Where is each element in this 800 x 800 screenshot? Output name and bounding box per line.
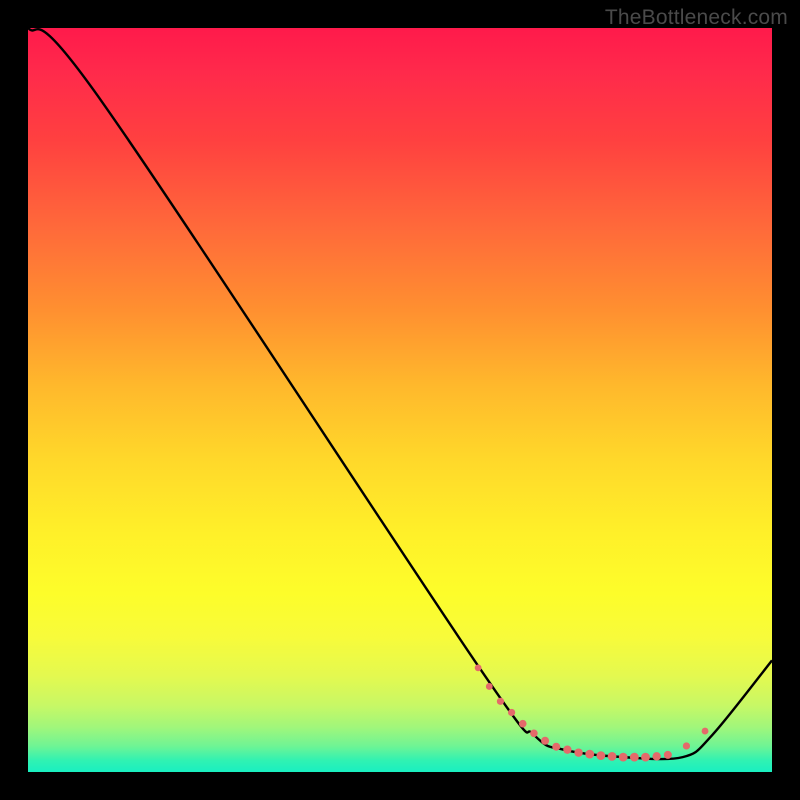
curve-line bbox=[28, 28, 772, 759]
marker-dot bbox=[630, 753, 639, 762]
marker-dot bbox=[519, 720, 527, 728]
marker-dot bbox=[486, 683, 493, 690]
plot-area bbox=[28, 28, 772, 772]
chart-svg bbox=[28, 28, 772, 772]
marker-dot bbox=[574, 748, 582, 756]
marker-dot bbox=[652, 752, 660, 760]
marker-dot bbox=[596, 751, 605, 760]
marker-dot bbox=[608, 752, 617, 761]
marker-dot bbox=[563, 745, 571, 753]
marker-dot bbox=[641, 753, 650, 762]
marker-dot bbox=[585, 750, 594, 759]
marker-dot bbox=[530, 730, 538, 738]
marker-dot bbox=[683, 742, 690, 749]
marker-dot bbox=[497, 698, 504, 705]
marker-dot bbox=[475, 664, 482, 671]
marker-dot bbox=[541, 737, 549, 745]
marker-dot bbox=[702, 728, 709, 735]
bottleneck-curve bbox=[28, 28, 772, 759]
chart-frame: TheBottleneck.com bbox=[0, 0, 800, 800]
marker-dot bbox=[664, 751, 672, 759]
watermark-text: TheBottleneck.com bbox=[605, 6, 788, 30]
marker-dot bbox=[508, 709, 515, 716]
marker-dots bbox=[475, 664, 709, 761]
marker-dot bbox=[552, 743, 560, 751]
marker-dot bbox=[619, 753, 628, 762]
